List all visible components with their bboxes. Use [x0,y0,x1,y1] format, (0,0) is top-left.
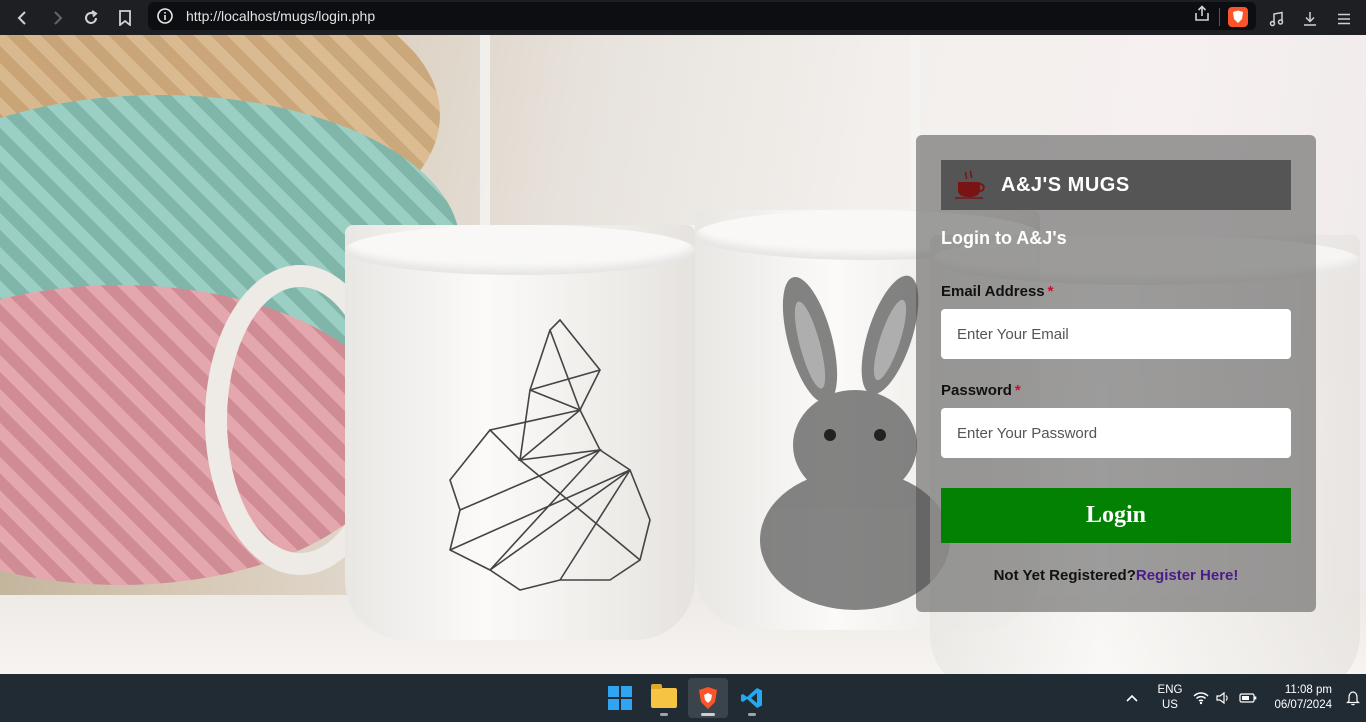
login-card: A&J'S MUGS Login to A&J's Email Address *… [916,135,1316,612]
address-bar[interactable]: http://localhost/mugs/login.php [148,2,1256,30]
login-heading: Login to A&J's [941,228,1067,248]
toolbar-right [1264,4,1356,34]
brave-browser-icon[interactable] [688,678,728,718]
login-page: A&J'S MUGS Login to A&J's Email Address *… [0,35,1366,674]
clock-time: 11:08 pm [1284,684,1332,696]
password-label-text: Password [941,382,1012,399]
wifi-icon[interactable] [1190,691,1212,705]
notifications-icon[interactable] [1340,690,1366,706]
required-marker: * [1047,283,1054,300]
register-link[interactable]: Register Here! [1136,567,1239,584]
bookmark-icon[interactable] [108,3,142,33]
download-icon[interactable] [1298,4,1322,34]
menu-icon[interactable] [1332,4,1356,34]
back-arrow-icon[interactable] [6,3,40,33]
password-input[interactable] [941,408,1291,458]
email-label-text: Email Address [941,283,1045,300]
mug-rim [345,225,695,275]
chevron-up-icon[interactable] [1114,693,1150,703]
language-indicator[interactable]: ENG US [1150,683,1190,713]
background-mug-geometric-rabbit [345,225,695,640]
clock[interactable]: 11:08 pm 06/07/2024 [1262,683,1332,713]
reload-icon[interactable] [74,3,108,33]
vs-code-icon[interactable] [732,678,772,718]
clock-date: 06/07/2024 [1274,699,1332,711]
brand-name: A&J'S MUGS [1001,173,1130,196]
brand-header: A&J'S MUGS [941,160,1291,210]
register-line: Not Yet Registered?Register Here! [916,567,1316,584]
volume-icon[interactable] [1212,691,1234,705]
separator [1219,7,1220,26]
required-marker: * [1014,382,1021,399]
file-explorer-icon[interactable] [644,678,684,718]
password-label: Password * [941,382,1021,399]
background-window-frame [480,35,920,235]
brave-shield-icon[interactable] [1228,6,1248,27]
music-icon[interactable] [1264,4,1288,34]
language-bottom: US [1162,699,1178,711]
url-actions [1193,5,1248,28]
share-icon[interactable] [1193,5,1211,28]
site-info-icon[interactable] [148,8,182,24]
mug-logo-icon [941,160,1001,210]
forward-arrow-icon[interactable] [40,3,74,33]
system-tray: ENG US 11:08 pm 06/07/2024 [1114,674,1366,722]
taskbar: ENG US 11:08 pm 06/07/2024 [0,674,1366,722]
register-prompt: Not Yet Registered? [993,567,1136,584]
url-text[interactable]: http://localhost/mugs/login.php [186,8,375,24]
geometric-rabbit-art [449,318,651,591]
language-top: ENG [1157,684,1183,696]
email-label: Email Address * [941,283,1054,300]
battery-icon[interactable] [1234,692,1262,704]
login-button[interactable]: Login [941,488,1291,543]
email-input[interactable] [941,309,1291,359]
windows-start-icon[interactable] [600,678,640,718]
browser-toolbar: http://localhost/mugs/login.php [0,0,1366,35]
taskbar-apps [600,678,772,718]
